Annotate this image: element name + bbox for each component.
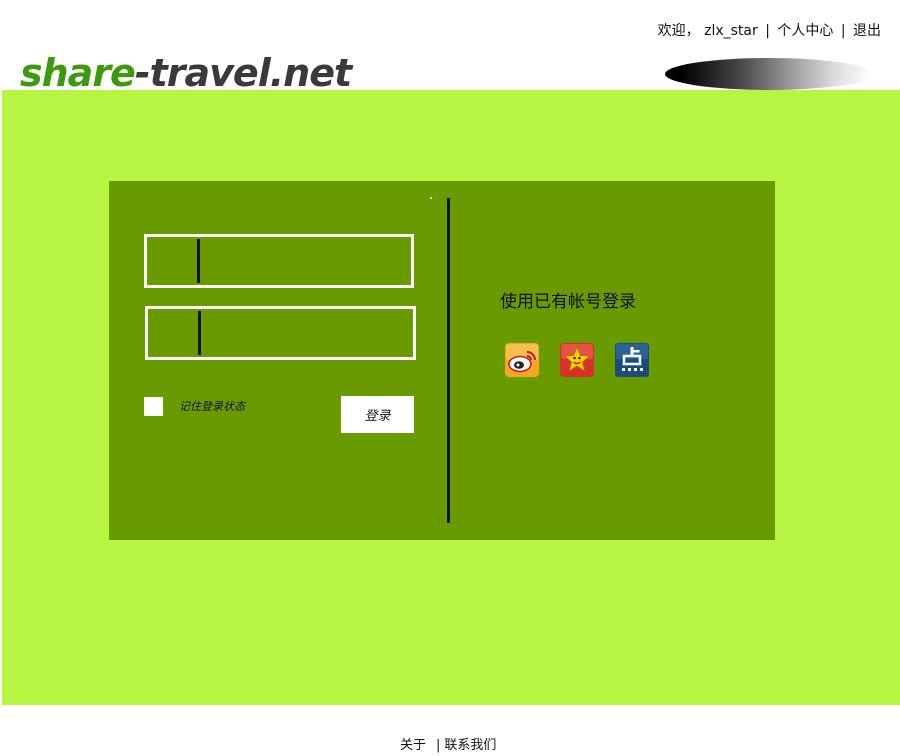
contact-link[interactable]: 联系我们 <box>444 738 496 753</box>
about-link[interactable]: 关于 <box>400 738 426 753</box>
top-nav: 欢迎， zlx_star | 个人中心 | 退出 <box>658 22 881 40</box>
welcome-text: 欢迎， <box>657 23 700 39</box>
profile-link[interactable]: 个人中心 <box>777 22 833 40</box>
password-input[interactable] <box>145 306 416 360</box>
social-login-title: 使用已有帐号登录 <box>500 292 636 312</box>
login-button[interactable]: 登录 <box>341 396 414 433</box>
nav-separator: | <box>765 23 770 39</box>
nav-separator: | <box>840 23 846 39</box>
qq-icon[interactable] <box>560 343 594 377</box>
login-panel: 记住登录状态 登录 使用已有帐号登录 <box>109 181 775 540</box>
decorative-dot <box>430 197 432 199</box>
vertical-divider <box>447 198 450 523</box>
username-link[interactable]: zlx_star <box>704 22 758 40</box>
username-input[interactable] <box>144 234 414 288</box>
decorative-swoosh <box>665 58 873 90</box>
header: share-travel.net 欢迎， zlx_star | 个人中心 | 退… <box>0 0 900 95</box>
logout-link[interactable]: 退出 <box>853 22 881 40</box>
text-cursor <box>197 239 200 283</box>
logo-part-share: share <box>20 51 136 95</box>
weibo-icon[interactable] <box>505 343 539 377</box>
footer-separator: | <box>436 738 441 753</box>
text-cursor <box>198 311 201 355</box>
remember-checkbox[interactable] <box>144 397 163 416</box>
footer-links: 关于 | 联系我们 <box>400 734 496 753</box>
footer: 关于 | 联系我们 <box>0 705 900 756</box>
remember-label: 记住登录状态 <box>179 400 245 413</box>
dianping-icon[interactable] <box>615 343 649 377</box>
logo-part-domain: -travel.net <box>134 51 352 95</box>
